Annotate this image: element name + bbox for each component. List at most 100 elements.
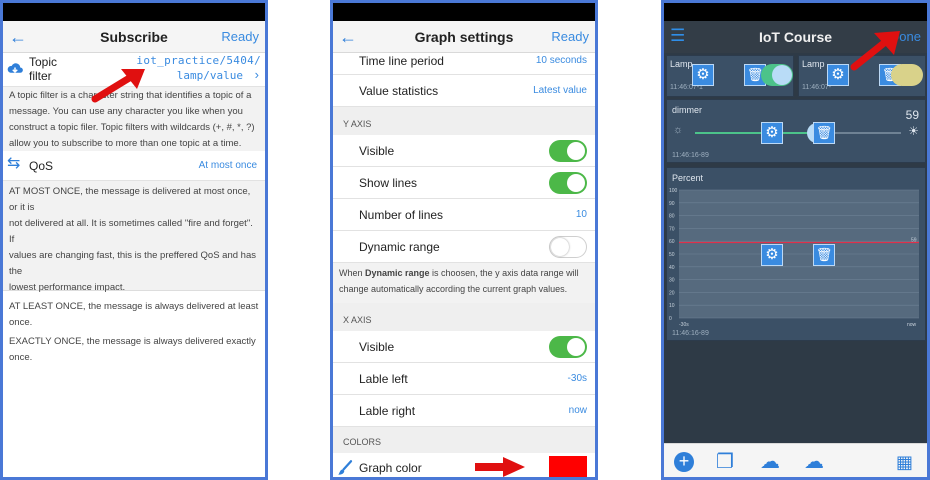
num-lines-value: 10 [575,209,587,220]
red-pointer-arrow-icon [475,457,525,477]
lamp-label: Lamp [670,59,693,69]
graph-color-swatch[interactable] [549,456,587,477]
nav-bar: ← Subscribe Ready [3,21,265,53]
dynamic-range-toggle[interactable] [549,236,587,258]
qos-help-line: not delivered at all. It is sometimes ca… [9,218,253,245]
graph-color-row[interactable]: Graph color [333,453,595,477]
subscribe-screen: ← Subscribe Ready Topic filter iot_pract… [0,0,268,480]
label-left-label: Lable left [359,372,408,386]
label-right-row[interactable]: Lable right now [333,395,595,427]
dyn-help-line-2: change automatically according the curre… [339,284,568,294]
cloud-download-icon[interactable]: ☁ [760,452,780,472]
time-line-row[interactable]: Time line period 10 seconds [333,53,595,75]
sun-dim-icon: ☼ [673,124,684,136]
dimmer-value: 59 [905,108,919,122]
y-tick-label: 0 [669,316,672,322]
percent-label: Percent [672,173,704,183]
ready-button[interactable]: Ready [551,29,589,44]
topic-label: Topic [29,55,58,69]
label-right-value: now [568,405,587,416]
percent-time: 11:46:16-89 [672,330,709,337]
toggle-knob [551,238,569,256]
num-lines-label: Number of lines [359,208,444,222]
gear-icon[interactable]: ⚙ [761,122,783,144]
y-visible-label: Visible [359,144,395,158]
show-lines-toggle[interactable] [549,172,587,194]
qos-help-line: lowest performance impact. [9,282,126,293]
lamp-switch[interactable] [761,64,793,86]
value-stats-row[interactable]: Value statistics Latest value [333,75,595,107]
x-label-left: -30s [679,322,689,328]
dynamic-range-label: Dynamic range [359,240,440,254]
y-tick-label: 100 [669,188,678,194]
y-tick-label: 40 [669,265,675,271]
x-visible-label: Visible [359,340,395,354]
topic-help-line: construct a topic filer. Topic filters w… [9,122,255,133]
qos-exactly-line: EXACTLY ONCE, the message is always deli… [9,336,256,363]
gear-icon[interactable]: ⚙ [761,244,783,266]
y-tick-label: 60 [669,239,675,245]
grid-icon[interactable]: ▦ [896,452,913,472]
cloud-upload-icon[interactable]: ☁ [804,452,824,472]
y-tick-label: 50 [669,252,675,258]
toggle-knob [567,338,585,356]
dimmer-fill [695,132,817,134]
label-left-value: -30s [567,373,587,384]
y-visible-row: Visible [333,135,595,167]
copy-icon[interactable]: ❐ [716,452,734,472]
dyn-help-bold: Dynamic range [365,268,430,278]
lamp-tile[interactable]: Lamp 11:46:07-1 ⚙ 🗑 [666,55,794,97]
qos-label: QoS [29,159,54,173]
x-axis-header: X AXIS [333,303,595,331]
chevron-right-icon: › [254,67,259,82]
dyn-help-post: is choosen, the y axis data range will [429,268,579,278]
percent-graph: 100908070605040302010059-30s now [669,188,919,328]
red-pointer-arrow-icon [850,31,900,71]
dimmer-track[interactable] [695,123,901,143]
y-tick-label: 20 [669,290,675,296]
gear-icon[interactable]: ⚙ [692,64,714,86]
value-stats-value: Latest value [533,85,587,96]
dyn-help-line: When Dynamic range is choosen, the y axi… [339,265,589,281]
cloud-download-icon [7,63,23,74]
x-visible-toggle[interactable] [549,336,587,358]
switch-knob [772,65,792,85]
topic-help-line: allow you to subscribe to more than one … [9,138,242,149]
y-tick-label: 10 [669,303,675,309]
trash-icon[interactable]: 🗑 [813,122,835,144]
red-pointer-arrow-icon [91,69,145,103]
percent-graph-tile: Percent 100 90 80 70 60 50 40 30 20 10 0 59 -30s now … [666,167,926,341]
show-lines-row: Show lines [333,167,595,199]
label-right-label: Lable right [359,404,416,418]
dimmer-time: 11:46:16-89 [672,152,709,159]
dimmer-label: dimmer [672,105,703,115]
bottom-toolbar: + ❐ ☁ ☁ ▦ [664,443,927,477]
graph-settings-screen: ← Graph settings Ready Time line period … [330,0,598,480]
colors-header: COLORS [333,427,595,453]
x-label-right: now [907,322,917,328]
qos-least-line: AT LEAST ONCE, the message is always del… [9,301,259,328]
y-visible-toggle[interactable] [549,140,587,162]
add-icon[interactable]: + [674,452,694,472]
nav-bar: ← Graph settings Ready [333,21,595,53]
status-bar [3,3,265,21]
y-axis-header: Y AXIS [333,107,595,135]
sun-bright-icon: ☀ [908,124,919,138]
graph-color-label: Graph color [359,461,422,475]
num-lines-row[interactable]: Number of lines 10 [333,199,595,231]
right-tick-label: 59 [911,237,917,243]
gear-icon[interactable]: ⚙ [827,64,849,86]
trash-icon[interactable]: 🗑 [813,244,835,266]
qos-help-text: AT MOST ONCE, the message is delivered a… [3,181,265,363]
ready-button[interactable]: Ready [221,29,259,44]
label-left-row[interactable]: Lable left -30s [333,363,595,395]
y-tick-label: 30 [669,278,675,284]
topic-label-2: filter [29,69,52,83]
y-tick-label: 80 [669,214,675,220]
time-line-label: Time line period [359,54,444,68]
status-bar [664,3,927,21]
time-line-value: 10 seconds [535,55,587,66]
value-stats-label: Value statistics [359,84,439,98]
qos-row[interactable]: ⇆ QoS At most once [3,151,265,181]
topic-value: iot_practice/5404/ [136,54,261,67]
